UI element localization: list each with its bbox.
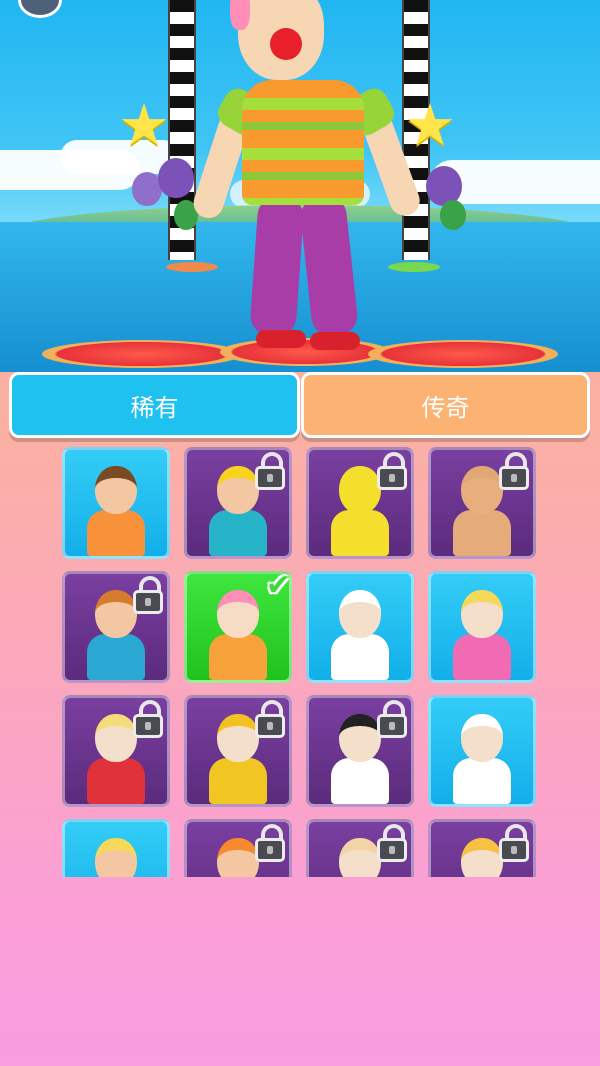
checkmark-icon: ✔: [265, 571, 291, 603]
skin-grid: ✔: [62, 447, 540, 877]
skin-card-firefighter[interactable]: [184, 695, 292, 807]
avatar-head: [217, 714, 259, 762]
lock-icon: [499, 452, 529, 492]
skin-card-boxer[interactable]: [428, 447, 536, 559]
avatar-body: [453, 634, 511, 680]
avatar-head: [217, 590, 259, 638]
skin-card-nurse[interactable]: [428, 695, 536, 807]
skin-card-chef[interactable]: [306, 571, 414, 683]
clown-character: [189, 0, 424, 350]
skin-card-default-orange-shirt[interactable]: [62, 447, 170, 559]
avatar-head: [95, 590, 137, 638]
balloon: [440, 200, 466, 230]
avatar-body: [87, 510, 145, 556]
skin-avatar: [81, 828, 151, 877]
skin-card-yellow-hat-teal-shirt[interactable]: [184, 447, 292, 559]
avatar-head: [217, 466, 259, 514]
skin-avatar: [325, 580, 395, 680]
lock-icon: [255, 452, 285, 492]
lock-icon: [499, 824, 529, 864]
skin-card-farmer-straw-hat[interactable]: [62, 695, 170, 807]
skin-card-sunglasses-blonde[interactable]: [62, 819, 170, 877]
avatar-body: [209, 758, 267, 804]
avatar-body: [453, 758, 511, 804]
clown-nose: [270, 28, 302, 60]
avatar-body: [209, 510, 267, 556]
avatar-body: [331, 758, 389, 804]
avatar-head: [95, 466, 137, 514]
skin-card-pink-dress[interactable]: [428, 571, 536, 683]
avatar-head: [461, 714, 503, 762]
avatar-body: [87, 758, 145, 804]
skin-avatar: [81, 456, 151, 556]
star-balloon-icon: ★: [404, 91, 456, 159]
avatar-head: [339, 466, 381, 514]
lock-icon: [255, 824, 285, 864]
star-balloon-icon: ★: [118, 91, 170, 159]
clown-shirt: [242, 80, 364, 205]
lock-icon: [377, 700, 407, 740]
avatar-head: [339, 838, 381, 877]
balloon: [158, 158, 194, 198]
skin-card-bearded-blue-suit[interactable]: [62, 571, 170, 683]
skin-card-skier-goggles[interactable]: [428, 819, 536, 877]
skin-avatar: [447, 704, 517, 804]
lock-icon: [377, 824, 407, 864]
skin-card-karate[interactable]: [306, 695, 414, 807]
avatar-head: [95, 714, 137, 762]
clown-leg: [249, 194, 305, 338]
lock-icon: [133, 576, 163, 616]
clown-shoe: [310, 332, 360, 350]
menu-button[interactable]: [18, 0, 62, 18]
avatar-head: [461, 466, 503, 514]
clown-hair: [230, 0, 250, 30]
avatar-head: [461, 590, 503, 638]
tab-legendary[interactable]: 传奇: [301, 372, 590, 438]
skin-avatar: [447, 580, 517, 680]
lock-icon: [255, 700, 285, 740]
tab-rare[interactable]: 稀有: [9, 372, 300, 438]
avatar-head: [95, 838, 137, 877]
skin-card-yellow-robot[interactable]: [306, 447, 414, 559]
skin-avatar: [203, 580, 273, 680]
avatar-head: [217, 838, 259, 877]
avatar-body: [453, 510, 511, 556]
avatar-body: [87, 634, 145, 680]
tab-legendary-label: 传奇: [421, 393, 470, 422]
avatar-head: [339, 714, 381, 762]
lock-icon: [133, 700, 163, 740]
clown-shoe: [256, 330, 306, 348]
avatar-head: [339, 590, 381, 638]
avatar-head: [461, 838, 503, 877]
skin-card-cyclist-helmet[interactable]: [306, 819, 414, 877]
avatar-body: [331, 510, 389, 556]
character-preview-scene: ★ ★: [0, 0, 600, 372]
skin-card-clown[interactable]: ✔: [184, 571, 292, 683]
tab-rare-label: 稀有: [130, 393, 179, 422]
lock-icon: [377, 452, 407, 492]
clown-leg: [298, 193, 360, 339]
skin-card-orange-cap[interactable]: [184, 819, 292, 877]
skin-grid-scroll[interactable]: ✔: [62, 447, 540, 877]
avatar-body: [209, 634, 267, 680]
avatar-body: [331, 634, 389, 680]
